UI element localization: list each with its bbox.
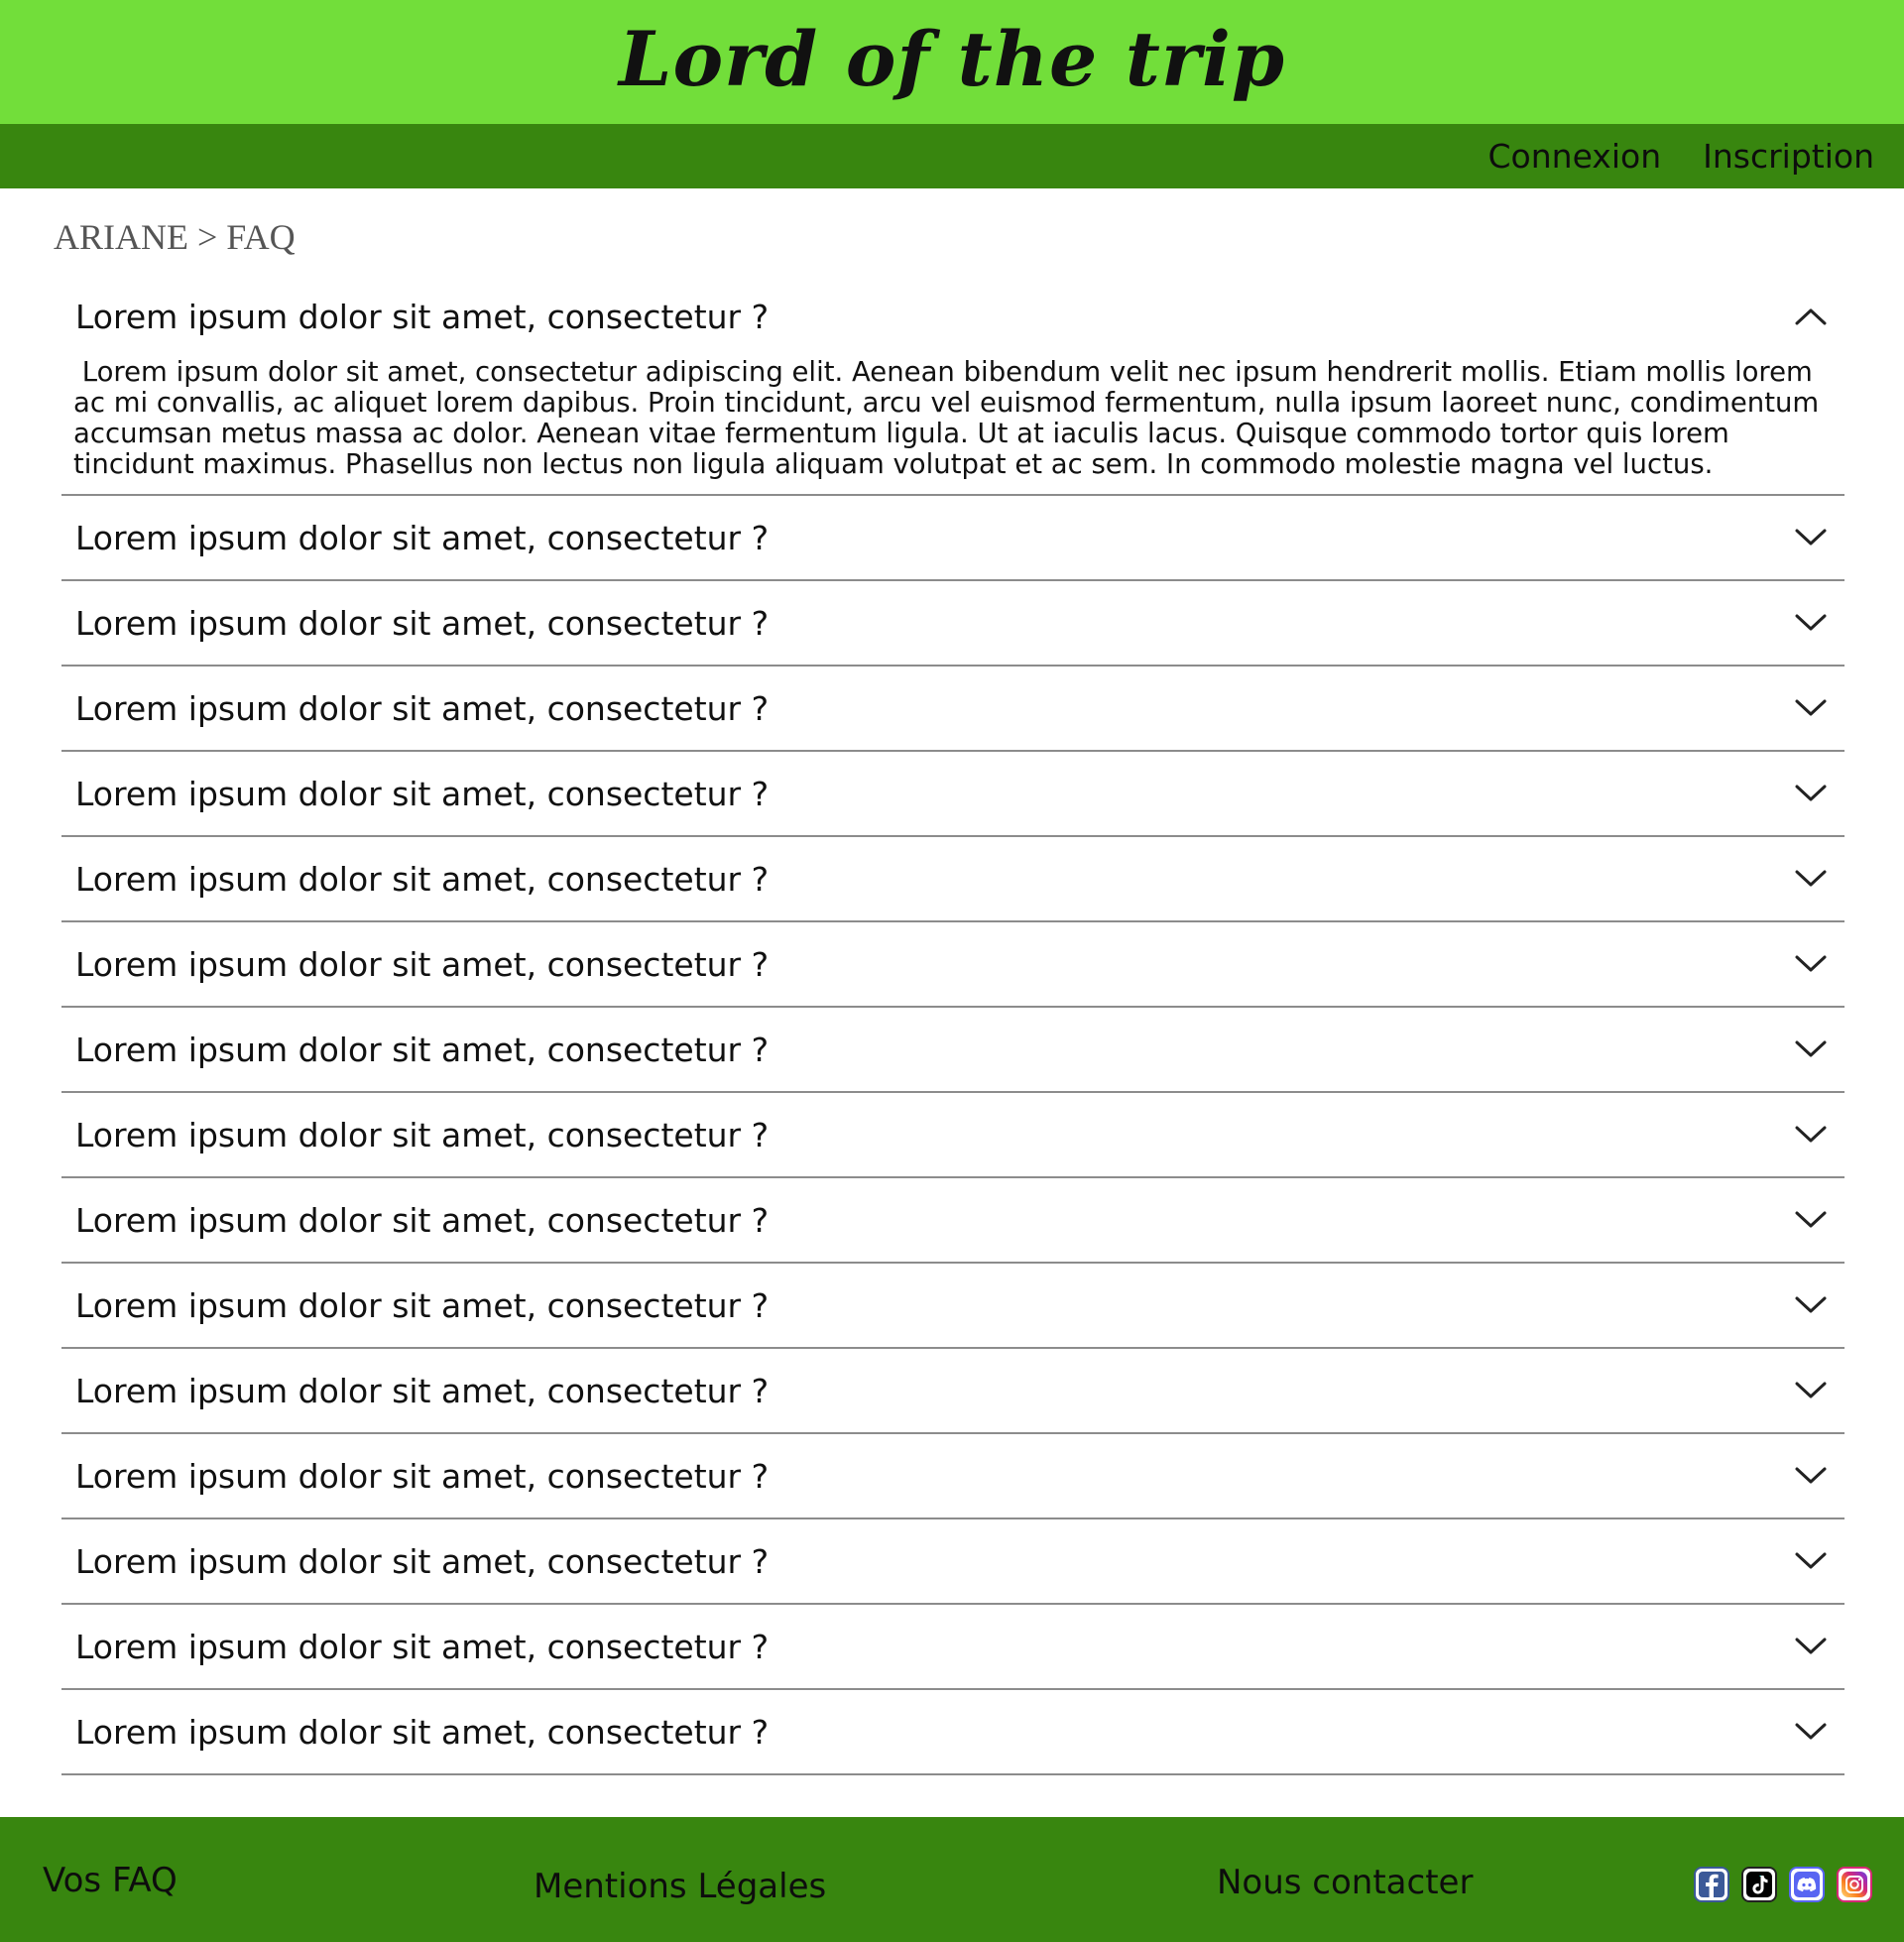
faq-item: Lorem ipsum dolor sit amet, consectetur … xyxy=(61,496,1844,581)
faq-question-text: Lorem ipsum dolor sit amet, consectetur … xyxy=(75,1285,770,1325)
chevron-up-icon[interactable] xyxy=(1791,297,1831,336)
register-link[interactable]: Inscription xyxy=(1703,137,1874,176)
faq-question-text: Lorem ipsum dolor sit amet, consectetur … xyxy=(75,1712,770,1752)
faq-question-text: Lorem ipsum dolor sit amet, consectetur … xyxy=(75,297,770,336)
faq-question-text: Lorem ipsum dolor sit amet, consectetur … xyxy=(75,1115,770,1154)
chevron-down-icon[interactable] xyxy=(1791,944,1831,984)
faq-question-text: Lorem ipsum dolor sit amet, consectetur … xyxy=(75,1627,770,1666)
chevron-down-icon[interactable] xyxy=(1791,859,1831,899)
faq-question-toggle[interactable]: Lorem ipsum dolor sit amet, consectetur … xyxy=(61,837,1844,920)
discord-icon[interactable] xyxy=(1789,1867,1825,1902)
faq-question-text: Lorem ipsum dolor sit amet, consectetur … xyxy=(75,1371,770,1410)
faq-question-toggle[interactable]: Lorem ipsum dolor sit amet, consectetur … xyxy=(61,1690,1844,1773)
chevron-down-icon[interactable] xyxy=(1791,688,1831,728)
faq-question-toggle[interactable]: Lorem ipsum dolor sit amet, consectetur … xyxy=(61,1434,1844,1517)
social-links xyxy=(1694,1867,1872,1902)
faq-question-text: Lorem ipsum dolor sit amet, consectetur … xyxy=(75,944,770,984)
chevron-down-icon[interactable] xyxy=(1791,1456,1831,1496)
faq-question-text: Lorem ipsum dolor sit amet, consectetur … xyxy=(75,1456,770,1496)
chevron-down-icon[interactable] xyxy=(1791,518,1831,557)
faq-question-toggle[interactable]: Lorem ipsum dolor sit amet, consectetur … xyxy=(61,1178,1844,1262)
faq-item: Lorem ipsum dolor sit amet, consectetur … xyxy=(61,1519,1844,1605)
faq-list: Lorem ipsum dolor sit amet, consectetur … xyxy=(61,276,1844,1775)
faq-question-toggle[interactable]: Lorem ipsum dolor sit amet, consectetur … xyxy=(61,1605,1844,1688)
chevron-down-icon[interactable] xyxy=(1791,1541,1831,1581)
faq-question-toggle[interactable]: Lorem ipsum dolor sit amet, consectetur … xyxy=(61,276,1844,357)
faq-question-text: Lorem ipsum dolor sit amet, consectetur … xyxy=(75,603,770,643)
footer-contact-link[interactable]: Nous contacter xyxy=(1217,1863,1473,1902)
faq-item: Lorem ipsum dolor sit amet, consectetur … xyxy=(61,752,1844,837)
chevron-down-icon[interactable] xyxy=(1791,1371,1831,1410)
faq-item: Lorem ipsum dolor sit amet, consectetur … xyxy=(61,581,1844,667)
footer-legal-link[interactable]: Mentions Légales xyxy=(534,1867,826,1906)
faq-question-toggle[interactable]: Lorem ipsum dolor sit amet, consectetur … xyxy=(61,922,1844,1006)
faq-item: Lorem ipsum dolor sit amet, consectetur … xyxy=(61,1349,1844,1434)
faq-item: Lorem ipsum dolor sit amet, consectetur … xyxy=(61,276,1844,496)
chevron-down-icon[interactable] xyxy=(1791,1627,1831,1666)
faq-item: Lorem ipsum dolor sit amet, consectetur … xyxy=(61,1605,1844,1690)
faq-question-toggle[interactable]: Lorem ipsum dolor sit amet, consectetur … xyxy=(61,1519,1844,1603)
site-title[interactable]: Lord of the trip xyxy=(619,15,1285,103)
top-banner: Lord of the trip xyxy=(0,0,1904,124)
facebook-icon[interactable] xyxy=(1694,1867,1729,1902)
faq-item: Lorem ipsum dolor sit amet, consectetur … xyxy=(61,1178,1844,1264)
faq-answer: Lorem ipsum dolor sit amet, consectetur … xyxy=(73,356,1828,480)
faq-question-toggle[interactable]: Lorem ipsum dolor sit amet, consectetur … xyxy=(61,1349,1844,1432)
faq-question-text: Lorem ipsum dolor sit amet, consectetur … xyxy=(75,1030,770,1069)
faq-question-toggle[interactable]: Lorem ipsum dolor sit amet, consectetur … xyxy=(61,752,1844,835)
faq-item: Lorem ipsum dolor sit amet, consectetur … xyxy=(61,922,1844,1008)
faq-question-toggle[interactable]: Lorem ipsum dolor sit amet, consectetur … xyxy=(61,667,1844,750)
faq-question-text: Lorem ipsum dolor sit amet, consectetur … xyxy=(75,1541,770,1581)
faq-question-text: Lorem ipsum dolor sit amet, consectetur … xyxy=(75,859,770,899)
faq-question-toggle[interactable]: Lorem ipsum dolor sit amet, consectetur … xyxy=(61,581,1844,665)
chevron-down-icon[interactable] xyxy=(1791,1712,1831,1752)
nav-bar: Connexion Inscription xyxy=(0,124,1904,188)
faq-question-text: Lorem ipsum dolor sit amet, consectetur … xyxy=(75,774,770,813)
faq-item: Lorem ipsum dolor sit amet, consectetur … xyxy=(61,1690,1844,1775)
breadcrumb: ARIANE > FAQ xyxy=(54,217,296,257)
footer: Vos FAQ Mentions Légales Nous contacter xyxy=(0,1817,1904,1942)
chevron-down-icon[interactable] xyxy=(1791,1115,1831,1154)
chevron-down-icon[interactable] xyxy=(1791,1285,1831,1325)
chevron-down-icon[interactable] xyxy=(1791,1030,1831,1069)
chevron-down-icon[interactable] xyxy=(1791,774,1831,813)
faq-question-text: Lorem ipsum dolor sit amet, consectetur … xyxy=(75,518,770,557)
instagram-icon[interactable] xyxy=(1837,1867,1872,1902)
footer-faq-link[interactable]: Vos FAQ xyxy=(43,1861,178,1900)
login-link[interactable]: Connexion xyxy=(1488,137,1662,176)
faq-item: Lorem ipsum dolor sit amet, consectetur … xyxy=(61,667,1844,752)
faq-question-toggle[interactable]: Lorem ipsum dolor sit amet, consectetur … xyxy=(61,1264,1844,1347)
chevron-down-icon[interactable] xyxy=(1791,1200,1831,1240)
faq-question-text: Lorem ipsum dolor sit amet, consectetur … xyxy=(75,688,770,728)
tiktok-icon[interactable] xyxy=(1741,1867,1777,1902)
chevron-down-icon[interactable] xyxy=(1791,603,1831,643)
faq-item: Lorem ipsum dolor sit amet, consectetur … xyxy=(61,1008,1844,1093)
faq-item: Lorem ipsum dolor sit amet, consectetur … xyxy=(61,1264,1844,1349)
faq-item: Lorem ipsum dolor sit amet, consectetur … xyxy=(61,1434,1844,1519)
faq-question-toggle[interactable]: Lorem ipsum dolor sit amet, consectetur … xyxy=(61,1008,1844,1091)
faq-item: Lorem ipsum dolor sit amet, consectetur … xyxy=(61,1093,1844,1178)
faq-question-text: Lorem ipsum dolor sit amet, consectetur … xyxy=(75,1200,770,1240)
faq-question-toggle[interactable]: Lorem ipsum dolor sit amet, consectetur … xyxy=(61,1093,1844,1176)
faq-item: Lorem ipsum dolor sit amet, consectetur … xyxy=(61,837,1844,922)
faq-question-toggle[interactable]: Lorem ipsum dolor sit amet, consectetur … xyxy=(61,496,1844,579)
